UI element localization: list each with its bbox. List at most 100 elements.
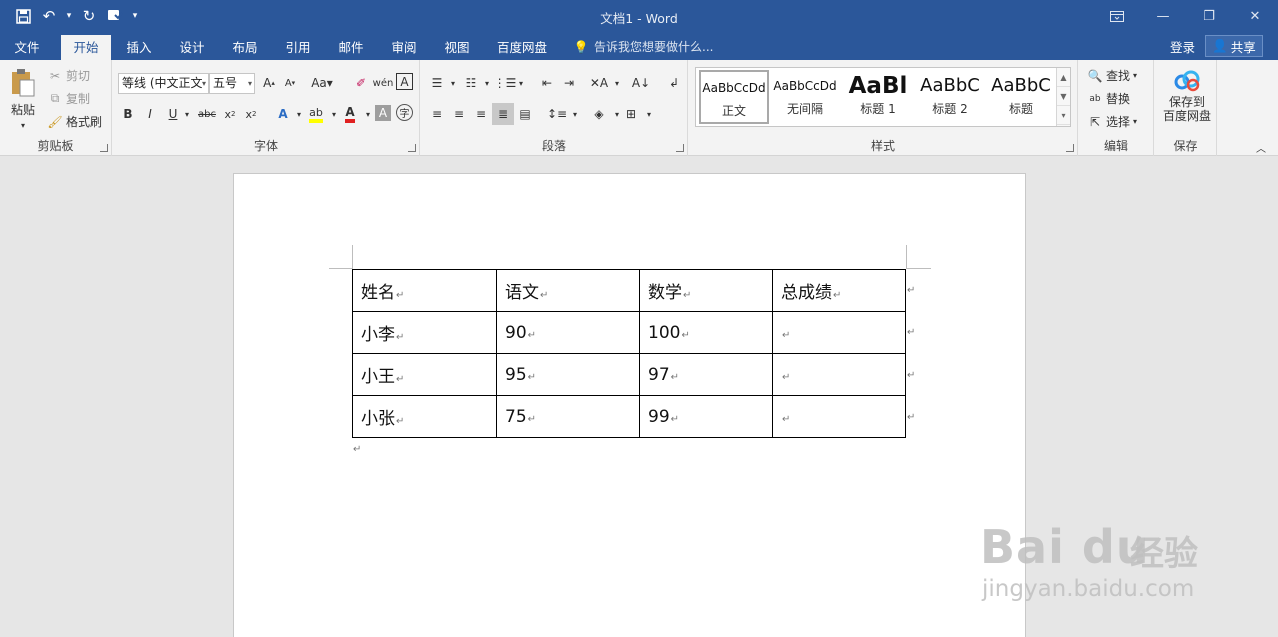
paragraph-mark-icon: ↵ bbox=[353, 444, 362, 455]
paragraph-launcher-icon[interactable] bbox=[676, 144, 684, 152]
tab-view[interactable]: 视图 bbox=[432, 35, 482, 60]
table-cell[interactable]: 75↵ bbox=[496, 395, 640, 438]
line-spacing-dropdown-icon[interactable]: ▾ bbox=[565, 104, 585, 124]
chevron-down-icon: ▾ bbox=[201, 79, 206, 88]
bold-icon[interactable]: B bbox=[118, 104, 138, 124]
borders-dropdown-icon[interactable]: ▾ bbox=[639, 104, 659, 124]
enclose-characters-icon[interactable]: 字 bbox=[396, 104, 413, 121]
superscript-icon[interactable]: x2 bbox=[241, 104, 261, 124]
subscript-icon[interactable]: x2 bbox=[220, 104, 240, 124]
collapse-ribbon-icon[interactable]: ︿ bbox=[1256, 140, 1266, 155]
line-spacing-icon[interactable]: ↕≡ bbox=[547, 104, 567, 124]
tab-review[interactable]: 审阅 bbox=[379, 35, 429, 60]
find-button[interactable]: 🔍 查找 ▾ bbox=[1087, 67, 1138, 84]
strikethrough-icon[interactable]: abc bbox=[197, 104, 217, 124]
table-cell[interactable]: 99↵ bbox=[639, 395, 773, 438]
table-cell[interactable]: 100↵ bbox=[639, 311, 773, 354]
table-cell[interactable]: 97↵ bbox=[639, 353, 773, 396]
more-styles-icon[interactable]: ▾ bbox=[1057, 106, 1070, 125]
chinese-layout-icon[interactable]: ✕A bbox=[589, 73, 609, 93]
ribbon-display-options-icon[interactable] bbox=[1094, 0, 1140, 32]
scroll-up-icon[interactable]: ▲ bbox=[1057, 68, 1070, 87]
paragraph-mark-icon: ↵ bbox=[396, 332, 405, 343]
borders-icon[interactable]: ⊞ bbox=[621, 104, 641, 124]
tab-mailings[interactable]: 邮件 bbox=[326, 35, 376, 60]
multilevel-list-dropdown-icon[interactable]: ▾ bbox=[511, 73, 531, 93]
table-cell[interactable]: 姓名↵ bbox=[352, 269, 497, 312]
font-size-combo[interactable]: 五号 ▾ bbox=[209, 73, 255, 94]
font-name-combo[interactable]: 等线 (中文正文 ▾ bbox=[118, 73, 209, 94]
cell-text: 97 bbox=[648, 364, 670, 385]
align-center-icon[interactable]: ≡ bbox=[449, 104, 469, 124]
distributed-icon[interactable]: ▤ bbox=[515, 104, 535, 124]
restore-icon[interactable]: ❐ bbox=[1186, 0, 1232, 32]
table-cell[interactable]: 语文↵ bbox=[496, 269, 640, 312]
character-border-icon[interactable]: A bbox=[396, 73, 413, 90]
table-cell[interactable]: 总成绩↵ bbox=[772, 269, 906, 312]
highlight-icon[interactable]: ab bbox=[306, 104, 326, 124]
table-cell[interactable]: 小李↵ bbox=[352, 311, 497, 354]
close-icon[interactable]: ✕ bbox=[1232, 0, 1278, 32]
table-cell[interactable]: 小张↵ bbox=[352, 395, 497, 438]
save-to-baidu-button[interactable]: 保存到 百度网盘 bbox=[1159, 70, 1215, 123]
decrease-indent-icon[interactable]: ⇤ bbox=[537, 73, 557, 93]
change-case-icon[interactable]: Aa▾ bbox=[308, 73, 336, 93]
shrink-font-icon[interactable]: A ▾ bbox=[280, 73, 300, 93]
cut-button[interactable]: ✂ 剪切 bbox=[47, 67, 90, 84]
tab-insert[interactable]: 插入 bbox=[114, 35, 164, 60]
font-launcher-icon[interactable] bbox=[408, 144, 416, 152]
styles-launcher-icon[interactable] bbox=[1066, 144, 1074, 152]
cell-text: 99 bbox=[648, 406, 670, 427]
select-dropdown-icon: ▾ bbox=[1133, 117, 1138, 126]
align-right-icon[interactable]: ≡ bbox=[471, 104, 491, 124]
style-heading-1[interactable]: AaBl 标题 1 bbox=[843, 70, 913, 124]
chinese-layout-dropdown-icon[interactable]: ▾ bbox=[607, 73, 627, 93]
replace-button[interactable]: ab 替换 bbox=[1087, 90, 1130, 107]
table-cell[interactable]: ↵ bbox=[772, 395, 906, 438]
shading-icon[interactable]: ◈ bbox=[589, 104, 609, 124]
sort-icon[interactable]: A↓ bbox=[631, 73, 651, 93]
font-color-icon[interactable]: A bbox=[340, 104, 360, 124]
style-no-spacing[interactable]: AaBbCcDd 无间隔 bbox=[770, 70, 840, 124]
table-cell[interactable]: 95↵ bbox=[496, 353, 640, 396]
underline-dropdown-icon[interactable]: ▾ bbox=[177, 104, 197, 124]
character-shading-icon[interactable]: A bbox=[375, 105, 391, 121]
share-label: 共享 bbox=[1230, 39, 1256, 55]
tab-layout[interactable]: 布局 bbox=[220, 35, 270, 60]
login-link[interactable]: 登录 bbox=[1170, 35, 1195, 60]
copy-button[interactable]: ⧉ 复制 bbox=[47, 90, 90, 107]
select-button[interactable]: ⇱ 选择 ▾ bbox=[1087, 113, 1137, 130]
style-normal[interactable]: AaBbCcDd 正文 bbox=[699, 70, 769, 124]
share-button[interactable]: 👤 共享 bbox=[1205, 35, 1263, 57]
table-cell[interactable]: 小王↵ bbox=[352, 353, 497, 396]
clipboard-launcher-icon[interactable] bbox=[100, 144, 108, 152]
increase-indent-icon[interactable]: ⇥ bbox=[559, 73, 579, 93]
search-icon: 🔍 bbox=[1087, 68, 1103, 83]
format-painter-button[interactable]: 🖌 格式刷 bbox=[47, 113, 102, 130]
phonetic-guide-icon[interactable]: wén bbox=[373, 73, 394, 93]
italic-icon[interactable]: I bbox=[140, 104, 160, 124]
paste-button[interactable]: 粘贴 ▾ bbox=[8, 68, 38, 130]
table-cell[interactable]: 90↵ bbox=[496, 311, 640, 354]
tell-me-box[interactable]: 💡 告诉我您想要做什么... bbox=[573, 35, 714, 60]
style-title[interactable]: AaBbC 标题 bbox=[986, 70, 1056, 124]
show-marks-icon[interactable]: ↲ bbox=[664, 73, 684, 93]
paragraph-mark-icon: ↵ bbox=[833, 290, 842, 301]
tab-file[interactable]: 文件 bbox=[0, 35, 54, 60]
grow-font-icon[interactable]: A ▴ bbox=[259, 73, 279, 93]
minimize-icon[interactable]: — bbox=[1140, 0, 1186, 32]
style-heading-2[interactable]: AaBbC 标题 2 bbox=[915, 70, 985, 124]
table-cell[interactable]: ↵ bbox=[772, 311, 906, 354]
tab-design[interactable]: 设计 bbox=[167, 35, 217, 60]
clear-formatting-icon[interactable]: ✐ bbox=[351, 73, 371, 93]
bullets-dropdown-icon[interactable]: ▾ bbox=[443, 73, 463, 93]
scroll-down-icon[interactable]: ▼ bbox=[1057, 87, 1070, 106]
table-cell[interactable]: 数学↵ bbox=[639, 269, 773, 312]
group-font: 等线 (中文正文 ▾ 五号 ▾ A ▴ A ▾ Aa▾ ✐ wén A B I U ▾ … bbox=[113, 60, 420, 156]
tab-baidu-netdisk[interactable]: 百度网盘 bbox=[490, 35, 554, 60]
table-cell[interactable]: ↵ bbox=[772, 353, 906, 396]
justify-icon[interactable]: ≣ bbox=[492, 103, 514, 125]
align-left-icon[interactable]: ≡ bbox=[427, 104, 447, 124]
tab-references[interactable]: 引用 bbox=[273, 35, 323, 60]
tab-home[interactable]: 开始 bbox=[61, 35, 111, 60]
